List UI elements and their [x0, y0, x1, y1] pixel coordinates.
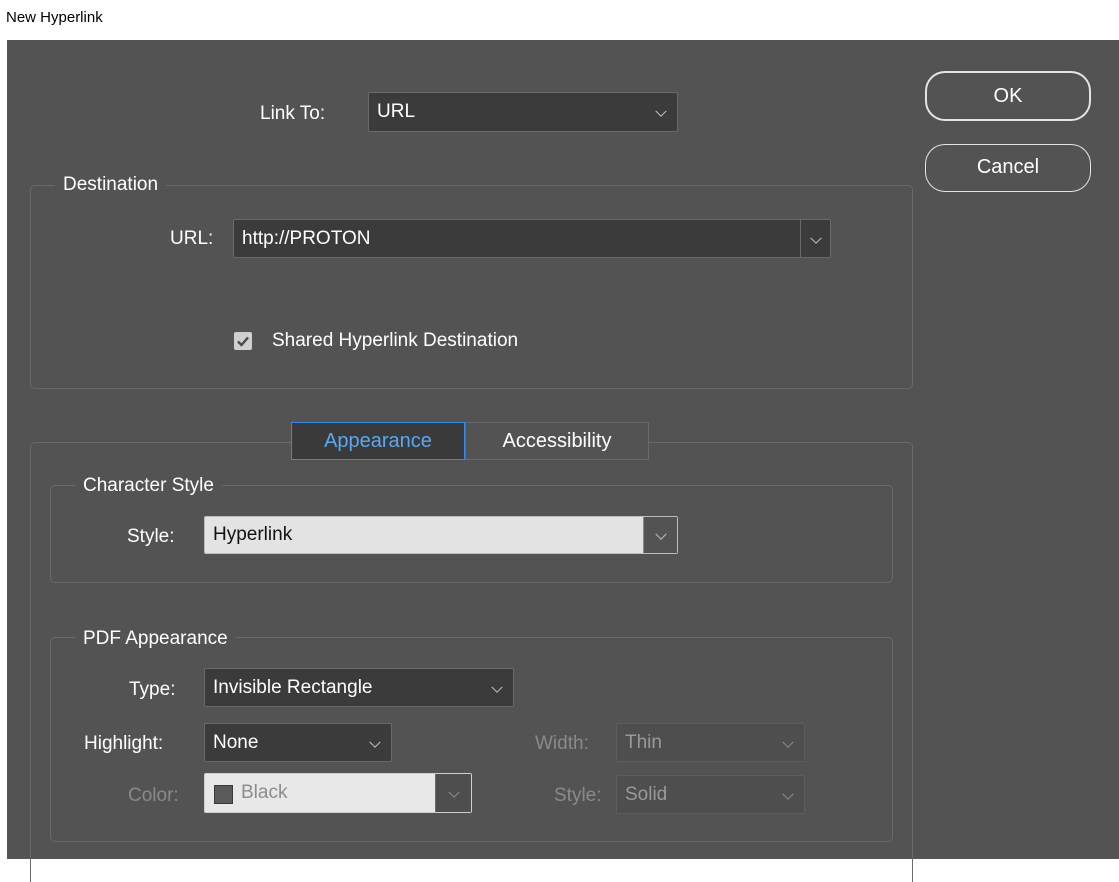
color-value: Black [241, 782, 288, 803]
window-title: New Hyperlink [6, 9, 103, 26]
destination-legend: Destination [55, 174, 167, 196]
url-dropdown-button[interactable] [800, 220, 830, 257]
cancel-button[interactable]: Cancel [925, 144, 1091, 192]
url-label: URL: [170, 228, 214, 249]
pdf-appearance-legend: PDF Appearance [75, 628, 236, 650]
chevron-down-icon [369, 736, 381, 748]
chevron-down-icon [810, 232, 822, 244]
border-style-value: Solid [625, 783, 668, 805]
tab-accessibility[interactable]: Accessibility [465, 422, 649, 460]
character-style-value: Hyperlink [213, 524, 293, 545]
highlight-dropdown[interactable]: None [204, 723, 392, 762]
chevron-down-icon [782, 736, 794, 748]
link-to-value: URL [377, 101, 416, 122]
type-label: Type: [129, 679, 176, 700]
color-swatch [214, 785, 233, 804]
url-input[interactable]: http://PROTON [242, 228, 370, 250]
character-style-dropdown[interactable]: Hyperlink [204, 516, 678, 554]
style-label-pdf: Style: [554, 785, 602, 806]
link-to-dropdown[interactable]: URL [368, 92, 678, 132]
character-style-dropdown-button[interactable] [643, 517, 677, 553]
ok-button[interactable]: OK [925, 71, 1091, 121]
shared-destination-checkbox[interactable] [234, 332, 252, 350]
tab-appearance[interactable]: Appearance [291, 422, 465, 460]
dialog-body: Link To: URL OK Cancel Destination URL: … [7, 40, 1119, 882]
link-to-label: Link To: [260, 103, 326, 124]
type-value: Invisible Rectangle [213, 676, 373, 698]
chevron-down-icon [782, 788, 794, 800]
chevron-down-icon [655, 528, 667, 540]
color-label: Color: [128, 785, 179, 806]
style-label: Style: [127, 526, 175, 547]
color-dropdown-button[interactable] [435, 774, 471, 812]
width-dropdown[interactable]: Thin [616, 723, 805, 762]
destination-group [30, 185, 913, 389]
chevron-down-icon [448, 786, 460, 798]
url-combobox[interactable]: http://PROTON [233, 219, 831, 258]
highlight-label: Highlight: [84, 733, 164, 754]
width-label: Width: [535, 733, 589, 754]
checkmark-icon [237, 336, 249, 347]
width-value: Thin [625, 731, 662, 753]
type-dropdown[interactable]: Invisible Rectangle [204, 668, 514, 707]
border-style-dropdown[interactable]: Solid [616, 775, 805, 814]
character-style-legend: Character Style [75, 475, 222, 497]
shared-destination-label: Shared Hyperlink Destination [272, 330, 519, 351]
chevron-down-icon [655, 105, 667, 117]
color-dropdown[interactable]: Black [204, 773, 472, 813]
highlight-value: None [213, 731, 259, 753]
title-bar: New Hyperlink [0, 0, 1119, 40]
chevron-down-icon [491, 681, 503, 693]
